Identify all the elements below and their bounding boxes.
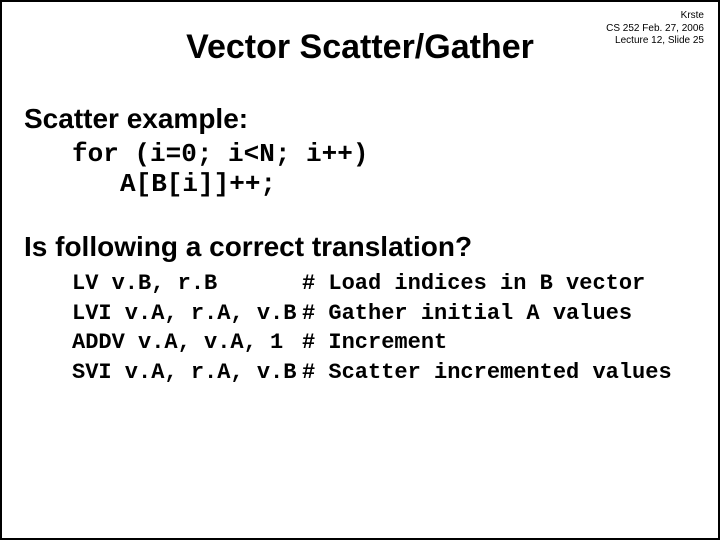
asm-instr: LV v.B, r.B bbox=[72, 269, 302, 299]
example-code-line-1: for (i=0; i<N; i++) bbox=[24, 139, 696, 169]
asm-row: ADDV v.A, v.A, 1# Increment bbox=[72, 328, 696, 358]
asm-comment: # Gather initial A values bbox=[302, 301, 632, 326]
slide-content: Scatter example: for (i=0; i<N; i++) A[B… bbox=[2, 103, 718, 388]
example-heading: Scatter example: bbox=[24, 103, 696, 135]
meta-course: CS 252 Feb. 27, 2006 bbox=[606, 23, 704, 36]
scatter-example-block: Scatter example: for (i=0; i<N; i++) A[B… bbox=[24, 103, 696, 199]
asm-row: SVI v.A, r.A, v.B# Scatter incremented v… bbox=[72, 358, 696, 388]
assembly-block: LV v.B, r.B# Load indices in B vector LV… bbox=[24, 269, 696, 388]
asm-row: LV v.B, r.B# Load indices in B vector bbox=[72, 269, 696, 299]
asm-instr: LVI v.A, r.A, v.B bbox=[72, 299, 302, 329]
translation-question: Is following a correct translation? bbox=[24, 231, 696, 263]
example-code-line-2: A[B[i]]++; bbox=[24, 169, 696, 199]
asm-instr: SVI v.A, r.A, v.B bbox=[72, 358, 302, 388]
meta-author: Krste bbox=[606, 10, 704, 23]
asm-comment: # Increment bbox=[302, 330, 447, 355]
asm-instr: ADDV v.A, v.A, 1 bbox=[72, 328, 302, 358]
asm-row: LVI v.A, r.A, v.B# Gather initial A valu… bbox=[72, 299, 696, 329]
asm-comment: # Scatter incremented values bbox=[302, 360, 672, 385]
slide-meta: Krste CS 252 Feb. 27, 2006 Lecture 12, S… bbox=[606, 10, 704, 48]
meta-lecture: Lecture 12, Slide 25 bbox=[606, 35, 704, 48]
asm-comment: # Load indices in B vector bbox=[302, 271, 645, 296]
